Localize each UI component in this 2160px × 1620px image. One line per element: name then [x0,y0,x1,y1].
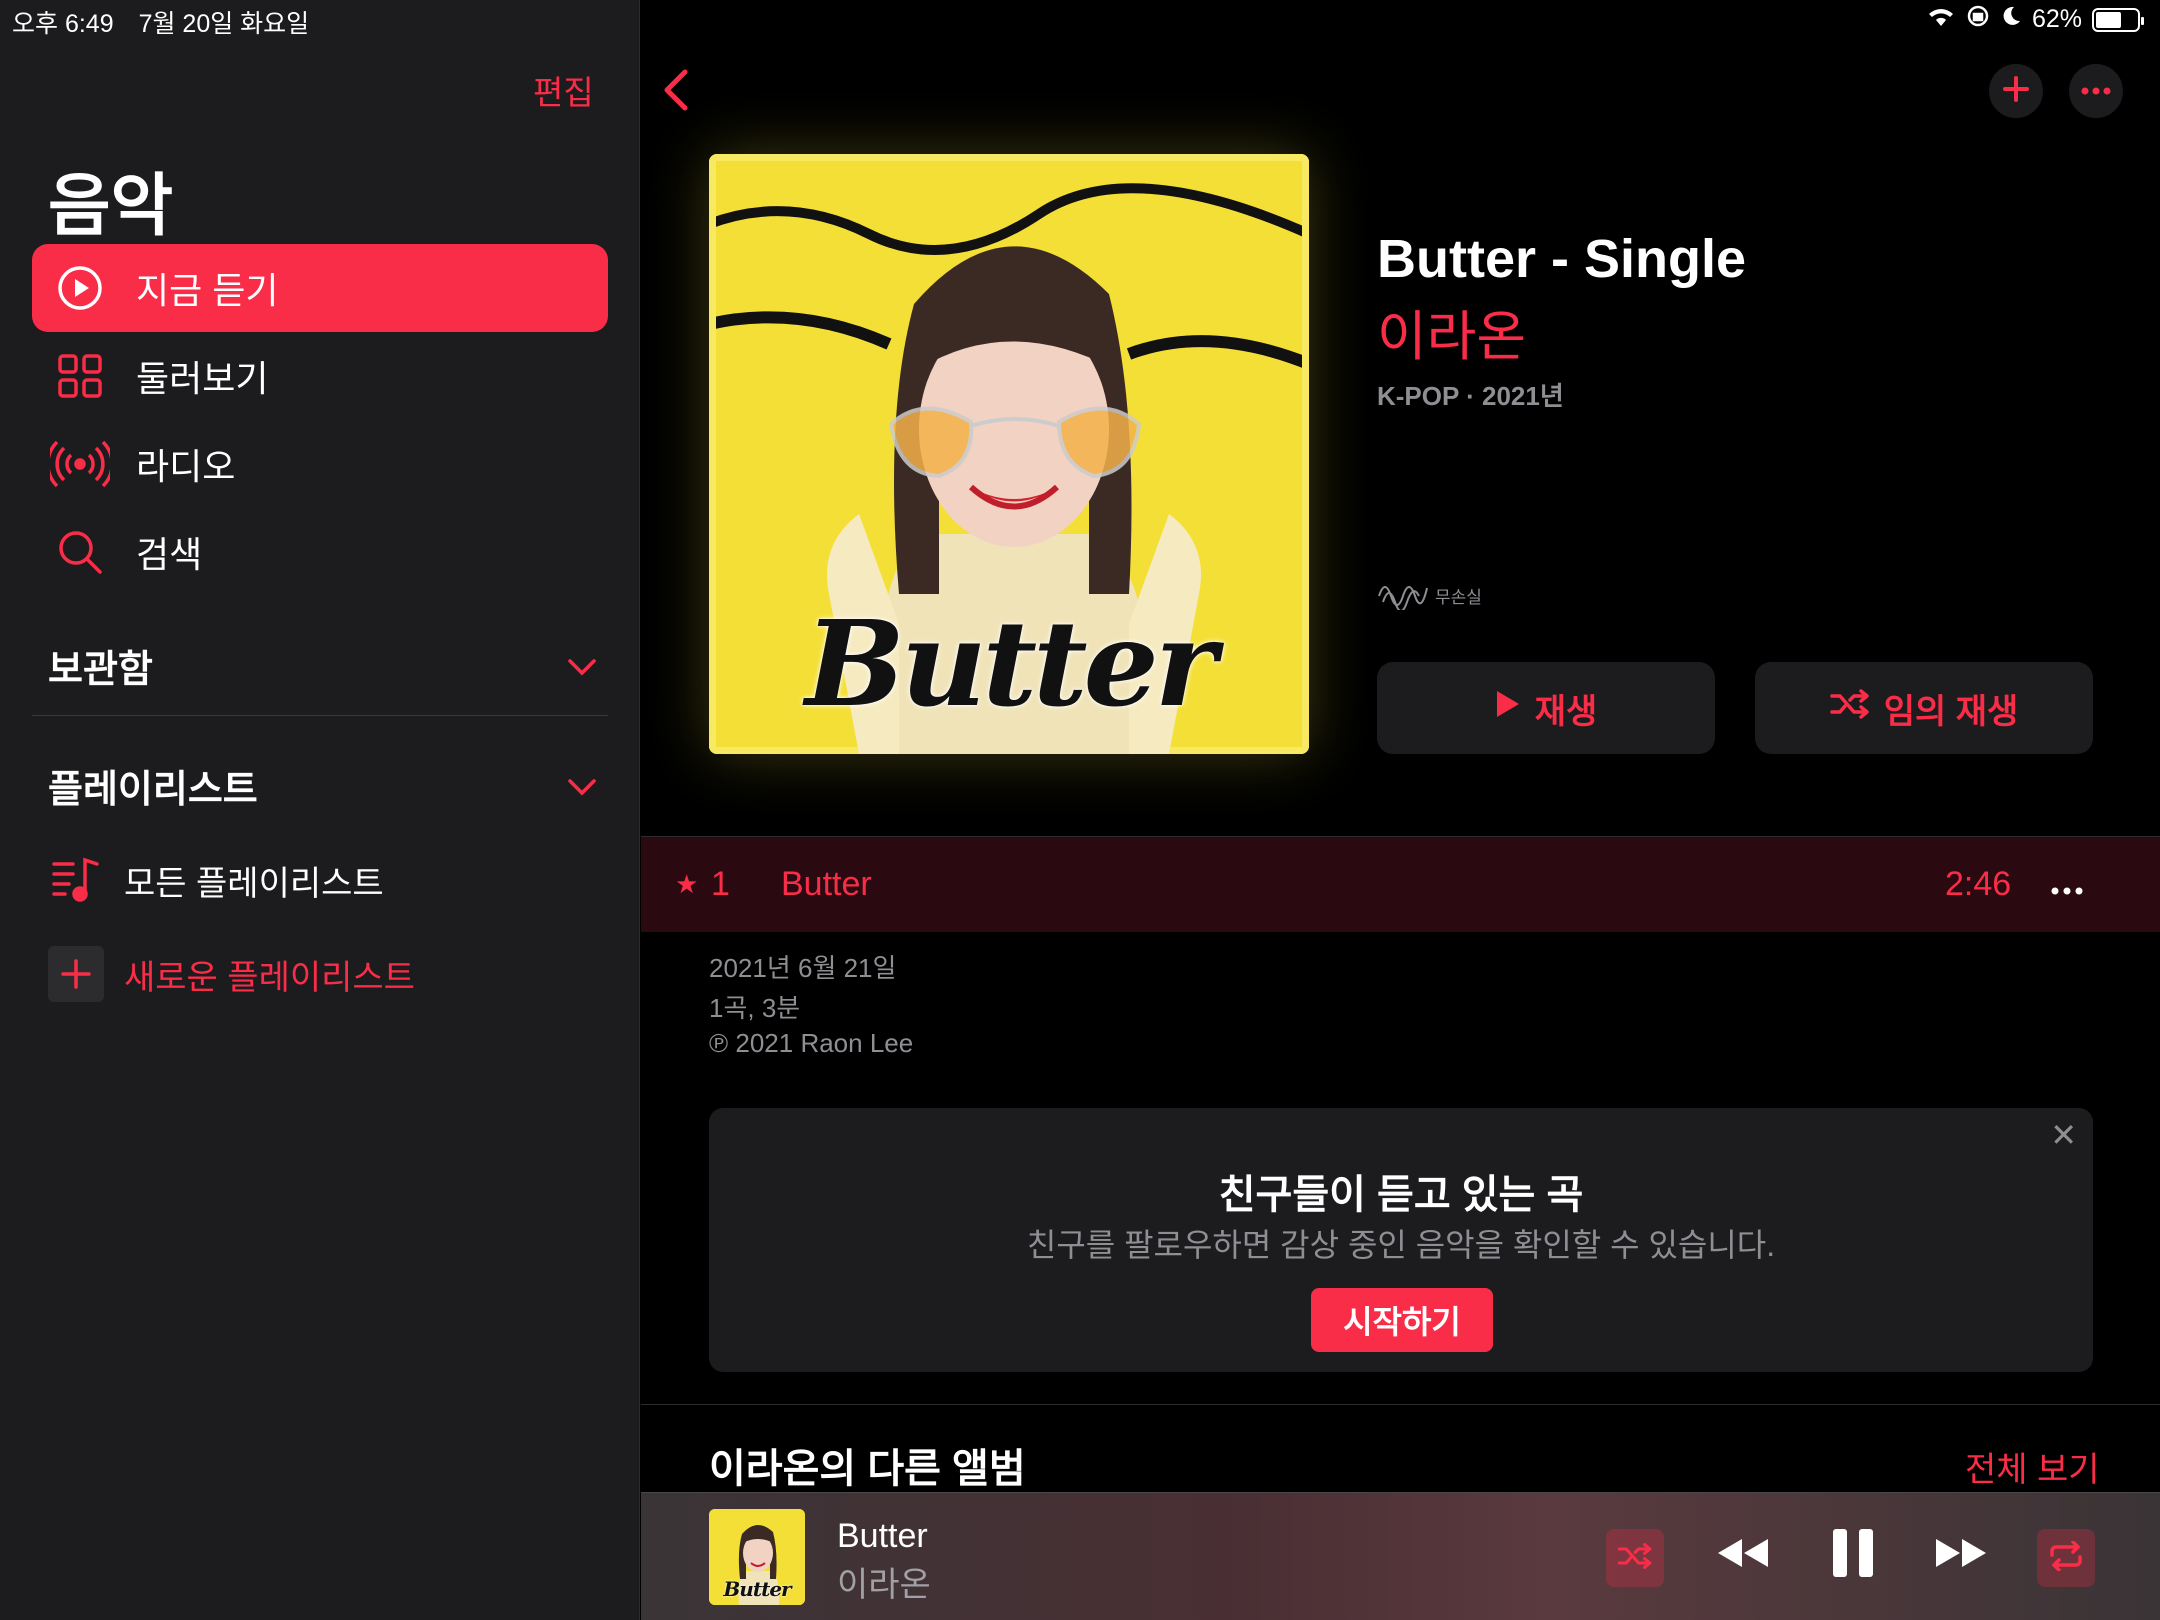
library-section-header[interactable]: 보관함 [48,638,598,693]
all-playlists-item[interactable]: 모든 플레이리스트 [48,852,384,908]
shuffle-label: 임의 재생 [1883,692,2019,731]
playlists-section-header[interactable]: 플레이리스트 [48,758,598,813]
friends-card-title: 친구들이 듣고 있는 곡 [1218,1173,1584,1217]
radio-icon [50,434,110,494]
orientation-lock-icon [1966,4,1990,35]
new-playlist-item[interactable]: 새로운 플레이리스트 [48,946,415,1002]
sidebar-divider [32,715,608,716]
edit-button[interactable]: 편집 [533,66,594,114]
now-playing-title: Butter [837,1517,928,1555]
track-duration: 2:46 [1945,865,2012,903]
play-button[interactable]: 재생 [1377,662,1715,754]
shuffle-toggle[interactable] [1606,1529,1664,1587]
all-playlists-label: 모든 플레이리스트 [124,864,384,903]
add-button[interactable] [1989,64,2043,118]
track-number: 1 [711,865,730,903]
section-divider [641,1404,2160,1405]
album-artwork: Butter [709,154,1309,754]
battery-percent: 62% [2031,5,2082,33]
lossless-icon [1377,576,1429,615]
sidebar-item-label: 둘러보기 [136,358,269,399]
library-label: 보관함 [48,649,153,691]
track-count: 1곡, 3분 [709,993,801,1023]
status-time: 오후 6:49 [12,10,114,38]
sidebar-item-label: 검색 [136,534,203,575]
sidebar-title: 음악 [48,168,174,244]
rewind-icon [1716,1537,1770,1574]
close-icon[interactable]: ✕ [2050,1116,2077,1154]
friends-card-subtitle: 친구를 팔로우하면 감상 중인 음악을 확인할 수 있습니다. [1026,1227,1776,1263]
chevron-down-icon [566,764,598,807]
play-circle-icon [50,258,110,318]
get-started-button[interactable]: 시작하기 [1311,1288,1493,1352]
moon-icon [2000,5,2022,34]
play-icon [1495,689,1521,728]
new-playlist-label: 새로운 플레이리스트 [124,958,415,997]
repeat-toggle[interactable] [2037,1529,2095,1587]
shuffle-icon [1829,688,1870,729]
sidebar-item-radio[interactable]: 라디오 [32,420,608,508]
battery-icon [2092,7,2144,32]
album-artist-link[interactable]: 이라온 [1377,292,1526,371]
star-icon: ★ [675,869,699,899]
track-title: Butter [781,865,872,903]
grid-icon [50,346,110,406]
more-button[interactable] [2069,64,2123,118]
sidebar-item-listen-now[interactable]: 지금 듣기 [32,244,608,332]
pause-button[interactable] [1821,1523,1885,1587]
copyright: ℗ 2021 Raon Lee [709,1028,914,1058]
sidebar-item-browse[interactable]: 둘러보기 [32,332,608,420]
playlist-icon [48,852,104,908]
pause-icon [1831,1527,1875,1584]
plus-icon [2002,75,2030,108]
chevron-left-icon [661,69,691,116]
album-detail: 62% Butter Butter - Single 이라온 K-POP · 2… [641,0,2160,1620]
sidebar: 오후 6:49 7월 20일 화요일 편집 음악 지금 듣기 둘러보기 라디오 … [0,0,640,1620]
previous-button[interactable] [1711,1523,1775,1587]
status-bar-left: 오후 6:49 7월 20일 화요일 [12,4,327,40]
album-cover-text: Butter [805,594,1217,733]
sidebar-item-search[interactable]: 검색 [32,508,608,596]
lossless-label: 무손실 [1435,588,1482,607]
lossless-badge: 무손실 [1377,576,1482,615]
back-button[interactable] [661,68,691,117]
see-all-link[interactable]: 전체 보기 [1965,1442,2100,1491]
shuffle-icon [1617,1542,1653,1575]
now-playing-artwork: Butter [709,1509,805,1605]
now-playing-artist: 이라온 [837,1566,931,1604]
repeat-icon [2048,1539,2084,1576]
track-more-button[interactable] [2051,865,2083,904]
chevron-down-icon [566,644,598,687]
status-bar-right: 62% [1926,4,2144,35]
wifi-icon [1926,4,1956,35]
release-date: 2021년 6월 21일 [709,953,897,983]
mini-player[interactable]: Butter Butter 이라온 [641,1492,2160,1620]
sidebar-item-label: 라디오 [136,446,236,487]
shuffle-button[interactable]: 임의 재생 [1755,662,2093,754]
track-row[interactable]: ★ 1 Butter 2:46 [641,836,2160,932]
play-label: 재생 [1534,692,1598,731]
sidebar-item-label: 지금 듣기 [136,270,279,311]
plus-icon [48,946,104,1002]
album-meta: K-POP · 2021년 [1377,381,1564,411]
next-button[interactable] [1929,1523,1993,1587]
status-date: 7월 20일 화요일 [138,10,310,38]
friends-card: ✕ 친구들이 듣고 있는 곡 친구를 팔로우하면 감상 중인 음악을 확인할 수… [709,1108,2093,1372]
album-title: Butter - Single [1377,229,1747,289]
ellipsis-icon [2081,82,2111,100]
now-playing-cover-text: Butter [723,1577,791,1601]
ellipsis-icon [2051,887,2083,895]
search-icon [50,522,110,582]
playlists-label: 플레이리스트 [48,769,258,811]
other-albums-title: 이라온의 다른 앨범 [709,1447,1026,1491]
fast-forward-icon [1934,1537,1988,1574]
